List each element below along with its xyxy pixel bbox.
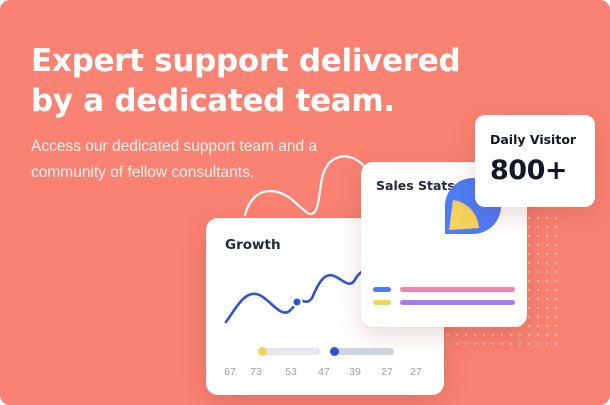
growth-marker (291, 296, 303, 308)
legend-bar-pink (400, 287, 515, 292)
range-track-2 (336, 348, 394, 355)
range-handle-blue[interactable] (330, 347, 339, 356)
axis-label: 73 (250, 366, 262, 378)
hero-banner: Expert support delivered by a dedicated … (0, 0, 610, 405)
axis-label: 27 (381, 366, 393, 378)
daily-visitor-value: 800+ (490, 155, 567, 186)
legend-swatch-yellow (373, 300, 391, 305)
axis-label: 27 (410, 366, 422, 378)
legend-swatch-blue (373, 287, 391, 292)
axis-label: 67 (224, 366, 236, 378)
daily-visitor-card: Daily Visitor 800+ (475, 115, 595, 207)
growth-trend-line (224, 268, 366, 324)
axis-label: 53 (285, 366, 297, 378)
axis-label: 39 (349, 366, 361, 378)
daily-visitor-label: Daily Visitor (490, 132, 577, 147)
legend-bar-purple (400, 300, 515, 305)
axis-label: 47 (318, 366, 330, 378)
range-handle-yellow[interactable] (258, 347, 267, 356)
range-track-1 (264, 348, 320, 355)
